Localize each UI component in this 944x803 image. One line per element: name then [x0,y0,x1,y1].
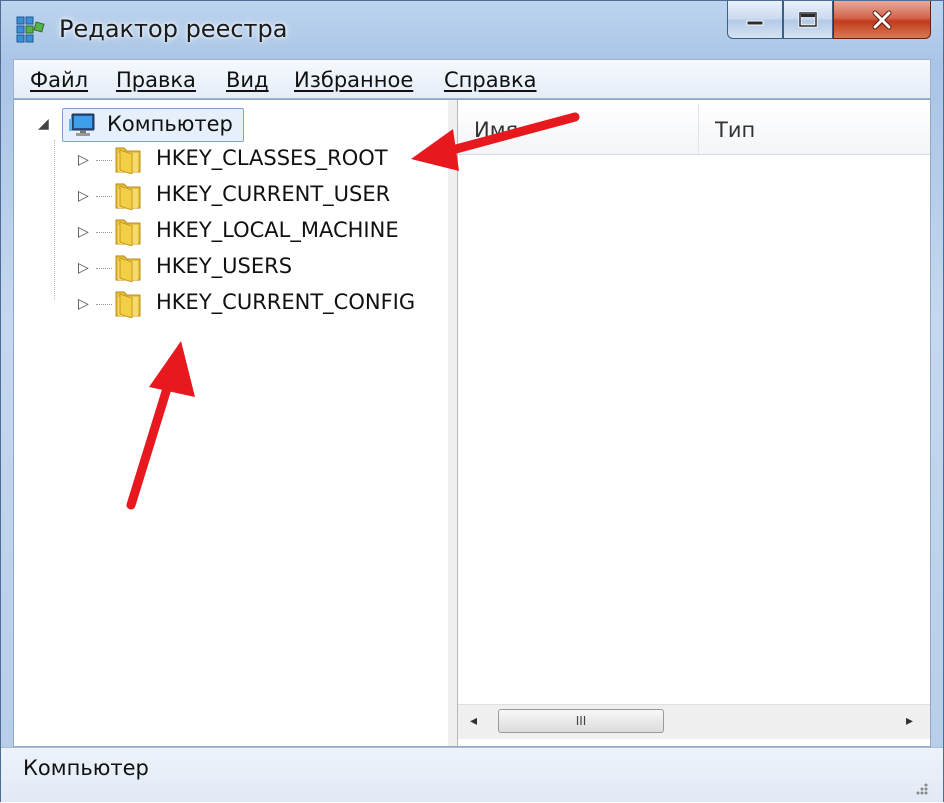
tree-item-label: HKEY_USERS [156,254,293,278]
tree-item-computer[interactable]: Компьютер [62,108,244,142]
tree-item-label: HKEY_CLASSES_ROOT [156,146,388,170]
tree-connector [96,160,112,161]
status-bar: Компьютер [1,747,943,802]
scroll-right-icon[interactable]: ▸ [906,713,913,729]
resize-grip-icon[interactable] [913,780,929,796]
column-header-type-label: Тип [715,118,756,142]
expand-arrow-icon[interactable]: ▷ [78,188,89,204]
column-header-type[interactable]: Тип [699,104,930,154]
tree-item-label: HKEY_CURRENT_USER [156,182,391,206]
close-button[interactable] [833,1,931,39]
tree-connector [96,268,112,269]
tree-pane[interactable]: ◢ Компьютер ▷ HKEY_CLASSES_ROOT ▷ HKEY_C… [14,100,449,746]
minimize-button[interactable] [727,1,783,39]
collapse-arrow-icon[interactable]: ◢ [38,116,49,132]
column-header-row: Имя Тип [458,104,930,155]
tree-connector [96,304,112,305]
maximize-button[interactable] [783,1,833,39]
maximize-icon [798,11,818,27]
menu-file[interactable]: Файл [30,68,88,92]
menu-bar: Файл Правка Вид Избранное Справка [13,59,931,99]
tree-guide-line [54,140,55,300]
column-header-name-label: Имя [474,118,519,142]
folder-icon [115,147,141,174]
close-icon [872,10,892,29]
scroll-thumb-grip: III [575,714,587,728]
menu-edit[interactable]: Правка [116,68,196,92]
menu-favorites[interactable]: Избранное [294,68,413,92]
title-bar[interactable]: Редактор реестра [1,1,943,59]
expand-arrow-icon[interactable]: ▷ [78,260,89,276]
tree-connector [96,232,112,233]
values-list-pane[interactable]: Имя Тип ◂ III ▸ [458,100,930,746]
menu-help[interactable]: Справка [444,68,537,92]
folder-icon [115,183,141,210]
folder-icon [115,255,141,282]
pane-splitter[interactable] [448,100,458,746]
folder-icon [115,219,141,246]
expand-arrow-icon[interactable]: ▷ [78,296,89,312]
column-header-name[interactable]: Имя [458,104,699,154]
tree-item-label: HKEY_CURRENT_CONFIG [156,290,416,314]
tree-root-label: Компьютер [107,112,233,136]
tree-item-label: HKEY_LOCAL_MACHINE [156,218,399,242]
registry-editor-window: Редактор реестра Файл Правка Вид Избранн… [0,0,944,802]
menu-view[interactable]: Вид [226,68,269,92]
folder-icon [115,291,141,318]
computer-icon [69,113,95,136]
tree-connector [96,196,112,197]
horizontal-scrollbar[interactable]: ◂ III ▸ [458,704,930,739]
client-area: ◢ Компьютер ▷ HKEY_CLASSES_ROOT ▷ HKEY_C… [13,99,931,747]
registry-editor-icon [16,16,45,43]
expand-arrow-icon[interactable]: ▷ [78,224,89,240]
expand-arrow-icon[interactable]: ▷ [78,152,89,168]
window-title: Редактор реестра [59,15,288,43]
scroll-left-icon[interactable]: ◂ [470,713,477,729]
scroll-thumb[interactable]: III [498,709,664,733]
status-text: Компьютер [23,756,149,780]
minimize-icon [746,20,764,25]
